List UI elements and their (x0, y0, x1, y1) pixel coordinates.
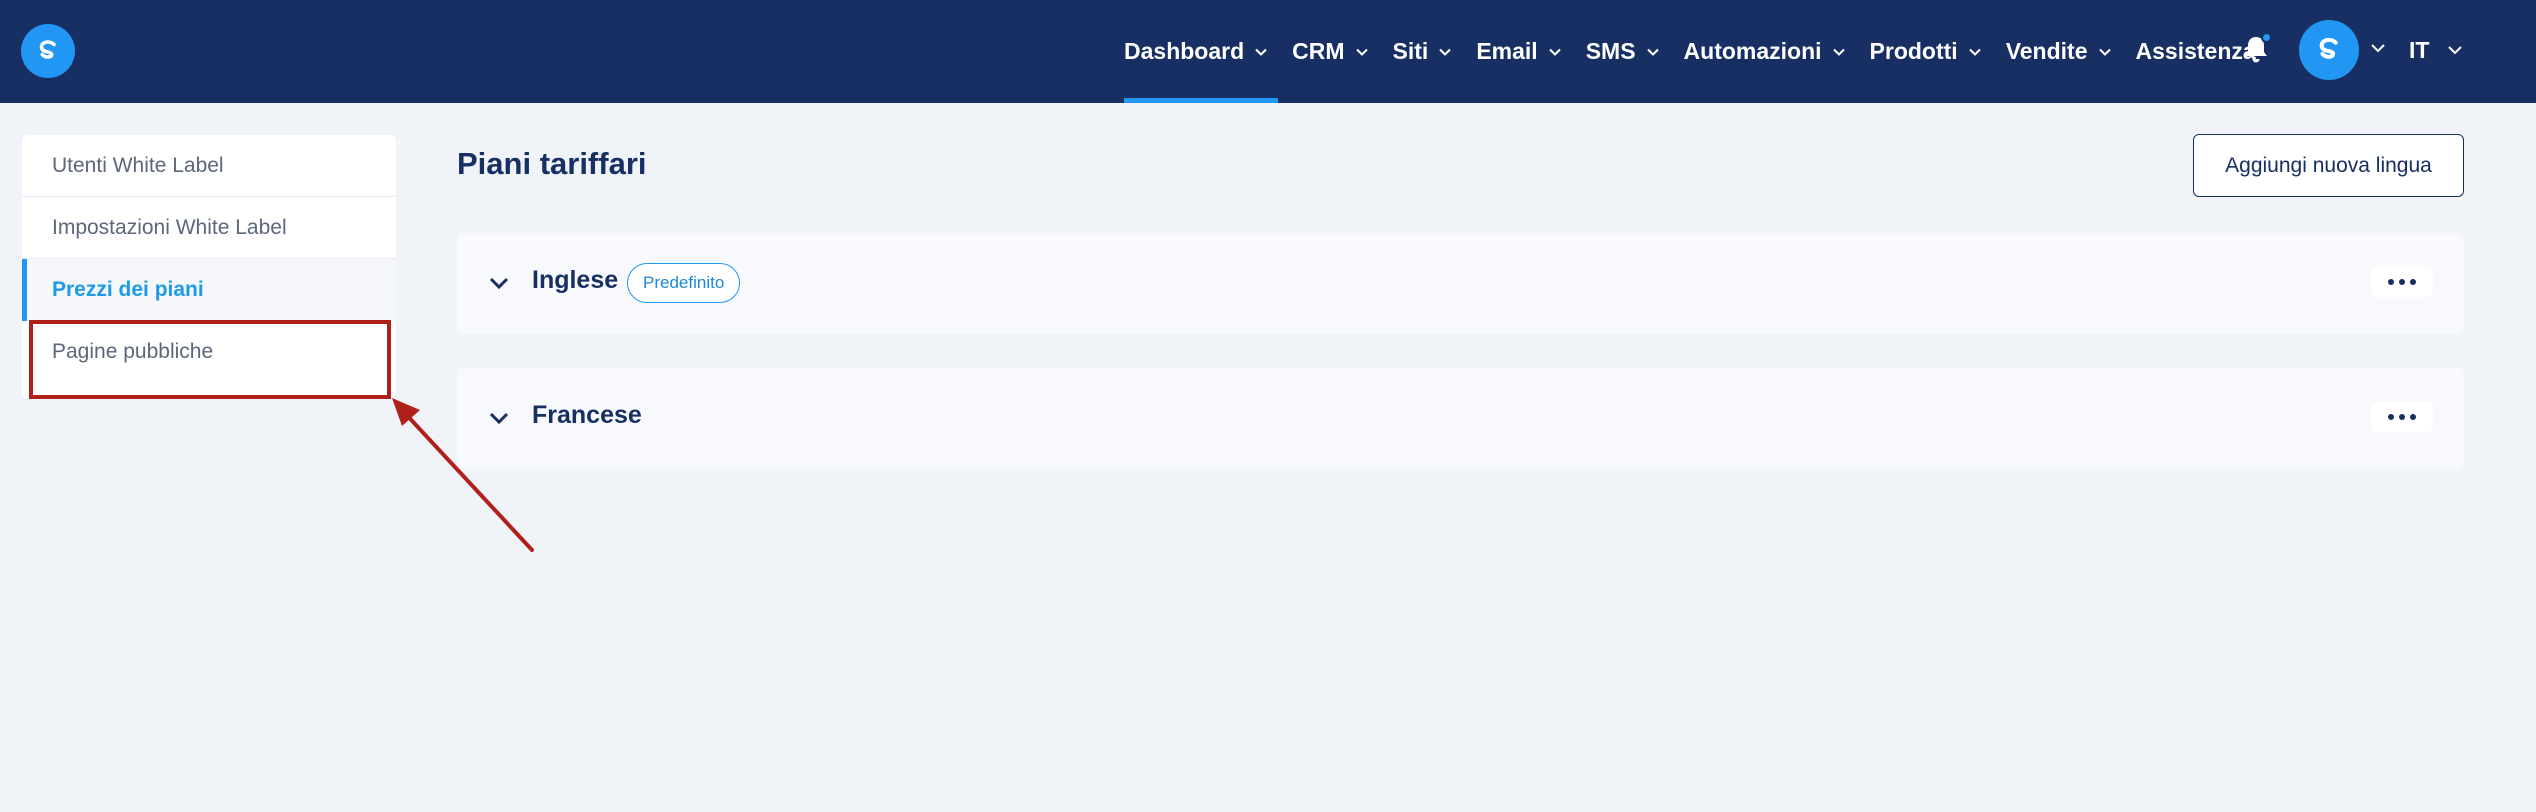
nav-automazioni-label: Automazioni (1683, 38, 1822, 64)
nav-crm[interactable]: CRM (1280, 0, 1380, 103)
chevron-down-icon[interactable] (487, 406, 511, 430)
nav-crm-label: CRM (1292, 38, 1345, 64)
chevron-down-icon (1255, 48, 1267, 56)
app-logo-icon[interactable] (21, 24, 75, 78)
nav-email[interactable]: Email (1464, 0, 1573, 103)
nav-sms-label: SMS (1585, 38, 1636, 64)
sidebar-item-prezzi-dei-piani[interactable]: Prezzi dei piani (22, 259, 396, 321)
dot (2399, 414, 2405, 420)
language-name: Inglese (532, 266, 619, 294)
nav-prodotti-label: Prodotti (1869, 38, 1958, 64)
chevron-down-icon[interactable] (2370, 40, 2386, 56)
dot (2410, 414, 2416, 420)
nav-prodotti[interactable]: Prodotti (1858, 0, 1994, 103)
sidebar-item-label: Impostazioni White Label (52, 215, 287, 239)
chevron-down-icon (1968, 48, 1981, 56)
chevron-down-icon (2098, 48, 2111, 56)
notifications-bell-icon[interactable] (2238, 32, 2274, 68)
nav-siti-label: Siti (1392, 38, 1429, 64)
sidebar: Utenti White Label Impostazioni White La… (22, 135, 396, 399)
chevron-down-icon (1832, 48, 1845, 56)
notification-dot (2261, 32, 2272, 43)
language-card-inglese: Inglese Predefinito (457, 233, 2464, 334)
dot (2388, 414, 2394, 420)
dot (2410, 279, 2416, 285)
page-title: Piani tariffari (457, 146, 647, 181)
language-name: Francese (532, 401, 642, 429)
default-badge: Predefinito (627, 263, 741, 303)
nav-vendite[interactable]: Vendite (1994, 0, 2124, 103)
sidebar-item-impostazioni-white-label[interactable]: Impostazioni White Label (22, 197, 396, 259)
add-language-button[interactable]: Aggiungi nuova lingua (2193, 134, 2464, 197)
language-label: IT (2409, 36, 2430, 63)
chevron-down-icon (1646, 48, 1659, 56)
sidebar-item-label: Utenti White Label (52, 153, 224, 177)
language-card-francese: Francese (457, 368, 2464, 469)
nav-dashboard-label: Dashboard (1124, 38, 1245, 64)
chevron-down-icon (1548, 48, 1561, 56)
language-selector[interactable]: IT (2409, 30, 2463, 70)
user-avatar[interactable] (2299, 20, 2359, 80)
sidebar-item-label: Prezzi dei piani (52, 278, 204, 301)
dot (2388, 279, 2394, 285)
chevron-down-icon (1439, 48, 1452, 56)
nav-vendite-label: Vendite (2005, 38, 2088, 64)
main-nav: Dashboard CRM Siti Email SMS Automazioni… (1112, 0, 2268, 103)
more-options-button[interactable] (2371, 267, 2433, 297)
nav-email-label: Email (1476, 38, 1538, 64)
top-navigation-bar: Dashboard CRM Siti Email SMS Automazioni… (0, 0, 2536, 103)
chevron-down-icon (1355, 48, 1368, 56)
sidebar-item-label: Pagine pubbliche (52, 340, 214, 363)
nav-automazioni[interactable]: Automazioni (1672, 0, 1858, 103)
nav-dashboard[interactable]: Dashboard (1112, 0, 1280, 103)
nav-siti[interactable]: Siti (1381, 0, 1465, 103)
nav-sms[interactable]: SMS (1574, 0, 1672, 103)
chevron-down-icon[interactable] (487, 271, 511, 295)
more-options-button[interactable] (2371, 402, 2433, 432)
sidebar-item-utenti-white-label[interactable]: Utenti White Label (22, 135, 396, 197)
dot (2399, 279, 2405, 285)
sidebar-item-pagine-pubbliche[interactable]: Pagine pubbliche (22, 321, 396, 383)
chevron-down-icon (2448, 46, 2463, 55)
